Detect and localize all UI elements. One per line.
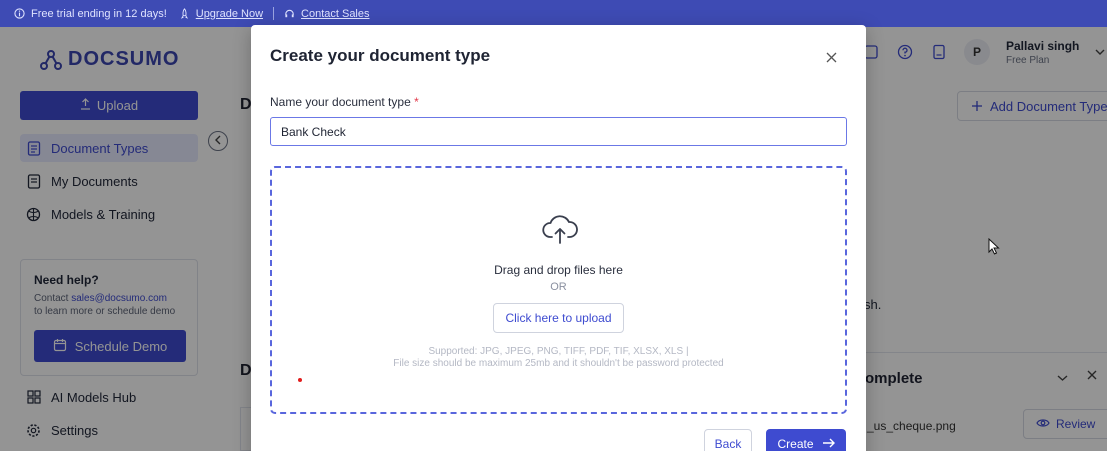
supported-formats-text: Supported: JPG, JPEG, PNG, TIFF, PDF, TI… — [428, 346, 689, 357]
upgrade-now-link[interactable]: Upgrade Now — [196, 8, 263, 20]
file-size-note: File size should be maximum 25mb and it … — [393, 358, 724, 369]
info-icon — [14, 8, 25, 19]
drag-drop-text: Drag and drop files here — [494, 263, 623, 277]
back-button[interactable]: Back — [704, 429, 752, 451]
banner-divider — [273, 7, 275, 20]
modal-title: Create your document type — [270, 46, 491, 65]
click-to-upload-button[interactable]: Click here to upload — [493, 303, 624, 333]
red-dot-marker — [298, 378, 302, 382]
create-button[interactable]: Create — [766, 429, 846, 451]
create-document-type-modal: Create your document type Name your docu… — [251, 25, 866, 451]
create-label: Create — [777, 437, 814, 451]
trial-text: Free trial ending in 12 days! — [31, 7, 167, 20]
file-dropzone[interactable]: Drag and drop files here OR Click here t… — [270, 166, 847, 414]
cloud-upload-icon — [542, 213, 578, 245]
name-label-text: Name your document type — [270, 95, 411, 109]
document-type-name-input[interactable] — [270, 117, 847, 146]
name-field-label: Name your document type * — [270, 95, 419, 109]
contact-sales-link[interactable]: Contact Sales — [301, 8, 369, 20]
required-asterisk: * — [414, 95, 419, 109]
mouse-cursor-icon — [988, 237, 1000, 255]
close-icon[interactable] — [823, 49, 839, 65]
trial-banner: Free trial ending in 12 days! Upgrade No… — [0, 0, 1107, 27]
rocket-icon — [179, 7, 190, 19]
arrow-right-icon — [822, 437, 835, 451]
or-text: OR — [550, 281, 567, 293]
headset-icon — [284, 8, 295, 19]
